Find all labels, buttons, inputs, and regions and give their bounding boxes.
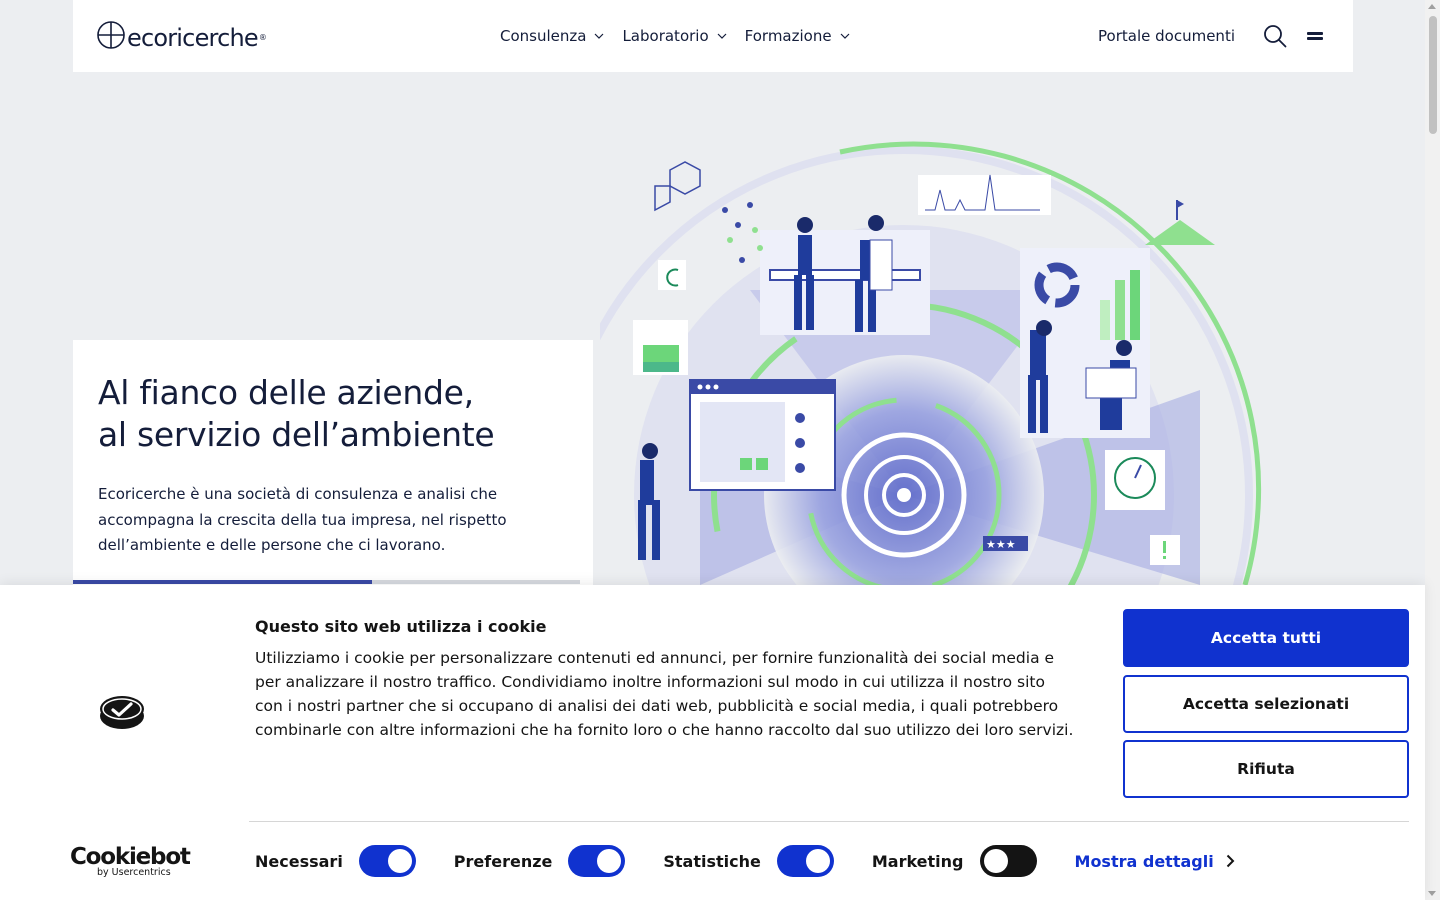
statistiche-toggle[interactable] <box>776 845 834 877</box>
hero-title: Al fianco delle aziende, al servizio del… <box>98 373 495 454</box>
cookiebot-logo[interactable]: Cookiebot by Usercentrics <box>70 845 191 878</box>
preferenze-toggle[interactable] <box>568 845 626 877</box>
scroll-down-icon[interactable] <box>1428 891 1436 896</box>
page-scrollbar[interactable] <box>1425 0 1440 900</box>
cookie-divider <box>249 821 1409 822</box>
logo-mark-icon <box>97 21 125 49</box>
nav-item-consulenza[interactable]: Consulenza <box>500 27 604 45</box>
necessari-toggle[interactable] <box>358 845 416 877</box>
accept-all-button[interactable]: Accetta tutti <box>1123 609 1409 667</box>
slider-progress <box>73 580 580 584</box>
portal-documenti-link[interactable]: Portale documenti <box>1098 27 1235 45</box>
cookie-title: Questo sito web utilizza i cookie <box>255 617 547 636</box>
show-details-link[interactable]: Mostra dettagli <box>1075 852 1235 871</box>
nav-item-formazione[interactable]: Formazione <box>745 27 850 45</box>
rating-stars: ★★★ <box>986 538 1016 551</box>
hero-illustration: ★★★ <box>600 141 1262 585</box>
toggle-group-preferenze: Preferenze <box>454 845 626 877</box>
chevron-down-icon <box>717 33 727 39</box>
logo-text: ecoricerche® <box>127 24 267 52</box>
chevron-right-icon <box>1226 854 1235 868</box>
consent-toggles: Necessari Preferenze Statistiche Marketi… <box>255 845 1235 877</box>
header-actions: Portale documenti <box>1098 0 1323 72</box>
hero-card: Al fianco delle aziende, al servizio del… <box>73 340 593 585</box>
cookie-icon <box>100 696 144 729</box>
main-nav: Consulenza Laboratorio Formazione <box>500 0 868 72</box>
search-icon[interactable] <box>1263 24 1287 48</box>
cookie-text: Utilizziamo i cookie per personalizzare … <box>255 649 1074 739</box>
nav-item-laboratorio[interactable]: Laboratorio <box>622 27 727 45</box>
marketing-toggle[interactable] <box>979 845 1037 877</box>
hero-description: Ecoricerche è una società di consulenza … <box>98 485 507 554</box>
menu-icon[interactable] <box>1307 30 1323 42</box>
chevron-down-icon <box>840 33 850 39</box>
scroll-thumb[interactable] <box>1429 16 1437 134</box>
slider-progress-fill <box>73 580 373 584</box>
logo[interactable]: ecoricerche® <box>97 20 267 52</box>
scroll-up-icon[interactable] <box>1428 4 1436 9</box>
toggle-group-statistiche: Statistiche <box>663 845 834 877</box>
cookie-banner: Questo sito web utilizza i cookie Utiliz… <box>0 585 1425 900</box>
accept-selected-button[interactable]: Accetta selezionati <box>1123 675 1409 733</box>
site-header: ecoricerche® Consulenza Laboratorio Form… <box>73 0 1353 72</box>
toggle-group-necessari: Necessari <box>255 845 416 877</box>
chevron-down-icon <box>595 33 604 39</box>
reject-button[interactable]: Rifiuta <box>1123 740 1409 798</box>
toggle-group-marketing: Marketing <box>872 845 1037 877</box>
